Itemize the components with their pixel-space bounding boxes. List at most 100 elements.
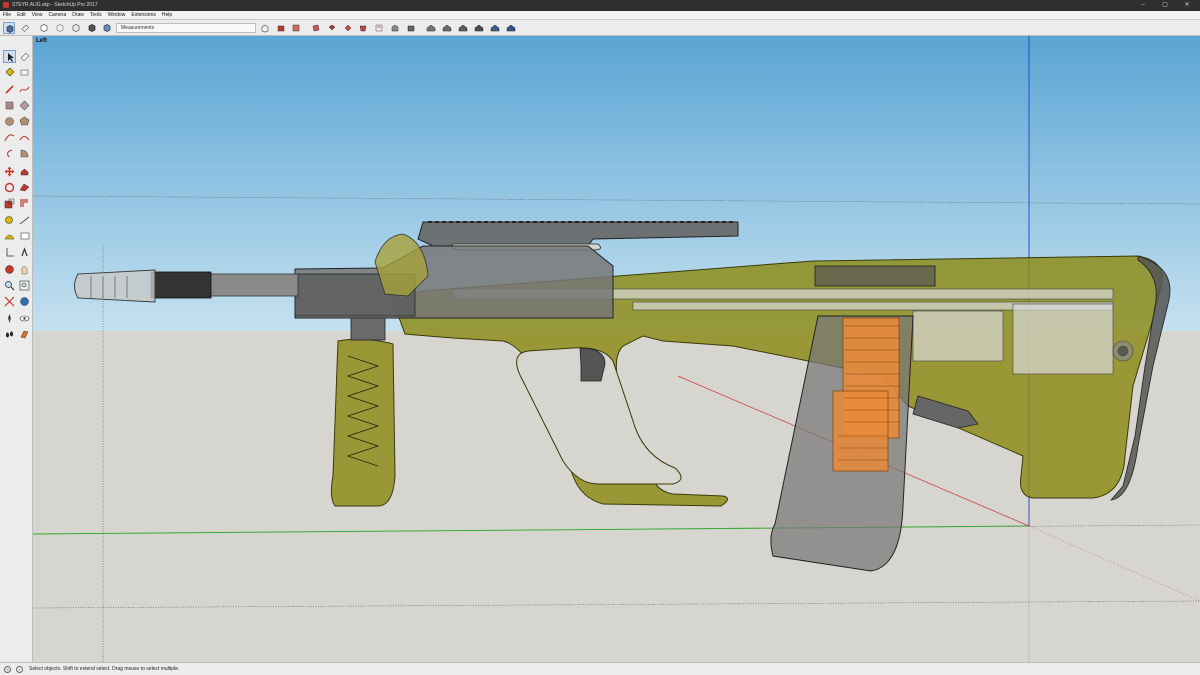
model-viewport[interactable]: Left: [33, 36, 1200, 662]
text-icon: [20, 232, 30, 240]
select-tool-button[interactable]: [3, 50, 16, 63]
extension-manager-icon: [506, 24, 516, 32]
warehouse-button[interactable]: [425, 22, 437, 34]
move-tool-button[interactable]: [3, 165, 16, 178]
tape-measure-icon: [5, 216, 13, 224]
arc-tool-button[interactable]: [3, 131, 16, 144]
three-point-arc-icon: [7, 149, 13, 158]
minimize-button[interactable]: –: [1136, 1, 1150, 9]
section-plane-tool-button[interactable]: [18, 328, 31, 341]
text-tool-button[interactable]: [18, 230, 31, 243]
eraser-top-button[interactable]: [19, 22, 31, 34]
close-button[interactable]: ✕: [1180, 1, 1194, 9]
pan-tool-button[interactable]: [18, 263, 31, 276]
dimension-tool-button[interactable]: [18, 214, 31, 227]
footprints-icon: [6, 331, 13, 338]
tape-measure-button[interactable]: [3, 214, 16, 227]
menu-window[interactable]: Window: [107, 11, 127, 19]
eraser-tool-button[interactable]: [18, 50, 31, 63]
previous-view-button[interactable]: [18, 295, 31, 308]
style-shaded-button[interactable]: [86, 22, 98, 34]
orbit-tool-button[interactable]: [3, 263, 16, 276]
style-wireframe-button[interactable]: [70, 22, 82, 34]
polygon-tool-button[interactable]: [18, 115, 31, 128]
zoom-extents-button[interactable]: [3, 295, 16, 308]
style-backedges-button[interactable]: [54, 22, 66, 34]
freehand-tool-button[interactable]: [18, 83, 31, 96]
views-top-button[interactable]: [275, 22, 287, 34]
push-pull-button[interactable]: [18, 165, 31, 178]
arrow-cursor-icon: [8, 53, 14, 62]
two-point-arc-button[interactable]: [18, 131, 31, 144]
menu-bar: File Edit View Camera Draw Tools Window …: [0, 11, 1200, 20]
share-component-button[interactable]: [457, 22, 469, 34]
3d-text-button[interactable]: [18, 246, 31, 259]
scale-icon: [4, 198, 15, 209]
views-bottom-button[interactable]: [357, 22, 369, 34]
axes-tool-button[interactable]: [3, 246, 16, 259]
zoom-window-button[interactable]: [18, 279, 31, 292]
protractor-button[interactable]: [3, 230, 16, 243]
select-tool-top-button[interactable]: [3, 22, 15, 34]
follow-me-button[interactable]: [18, 181, 31, 194]
backedges-icon: [56, 24, 64, 32]
rectangle-icon: [5, 101, 14, 110]
offset-tool-button[interactable]: [18, 197, 31, 210]
rotated-rectangle-icon: [19, 100, 30, 111]
line-tool-button[interactable]: [3, 83, 16, 96]
views-left-button[interactable]: [342, 22, 354, 34]
top-toolbar: Measurements: [0, 20, 1200, 36]
menu-draw[interactable]: Draw: [71, 11, 85, 19]
section-plane-button[interactable]: [373, 22, 385, 34]
menu-tools[interactable]: Tools: [89, 11, 103, 19]
section-display-icon: [391, 24, 399, 32]
protractor-icon: [4, 234, 15, 240]
walk-tool-button[interactable]: [3, 328, 16, 341]
look-around-button[interactable]: [18, 312, 31, 325]
circle-tool-button[interactable]: [3, 115, 16, 128]
maximize-button[interactable]: ▢: [1158, 1, 1172, 9]
section-display-button[interactable]: [389, 22, 401, 34]
share-model-button[interactable]: [441, 22, 453, 34]
extension-warehouse-button[interactable]: [473, 22, 485, 34]
right-view-icon: [312, 24, 320, 32]
menu-file[interactable]: File: [2, 11, 12, 19]
extension-icon: [474, 24, 484, 32]
left-toolbar: [0, 36, 33, 662]
section-cut-button[interactable]: [405, 22, 417, 34]
send-to-layout-button[interactable]: [489, 22, 501, 34]
position-camera-button[interactable]: [3, 312, 16, 325]
views-front-button[interactable]: [290, 22, 302, 34]
views-back-button[interactable]: [326, 22, 338, 34]
pie-tool-button[interactable]: [18, 147, 31, 160]
menu-help[interactable]: Help: [161, 11, 173, 19]
measurements-box[interactable]: Measurements: [116, 23, 256, 33]
menu-extensions[interactable]: Extensions: [130, 11, 156, 19]
share-icon: [442, 24, 452, 32]
rotated-rectangle-button[interactable]: [18, 99, 31, 112]
menu-edit[interactable]: Edit: [16, 11, 27, 19]
views-right-button[interactable]: [310, 22, 322, 34]
tape-icon: [20, 69, 29, 76]
geo-location-icon[interactable]: i: [16, 666, 23, 673]
scale-tool-button[interactable]: [3, 197, 16, 210]
menu-camera[interactable]: Camera: [47, 11, 67, 19]
rectangle-tool-button[interactable]: [3, 99, 16, 112]
paint-bucket-button[interactable]: [3, 66, 16, 79]
three-point-arc-button[interactable]: [3, 147, 16, 160]
circle-icon: [5, 117, 14, 126]
iso-view-icon: [261, 24, 269, 33]
freehand-icon: [19, 86, 30, 93]
zoom-tool-button[interactable]: [3, 279, 16, 292]
extension-manager-button[interactable]: [505, 22, 517, 34]
rotate-tool-button[interactable]: [3, 181, 16, 194]
style-textured-button[interactable]: [101, 22, 113, 34]
style-xray-button[interactable]: [38, 22, 50, 34]
tape-button[interactable]: [18, 66, 31, 79]
views-iso-button[interactable]: [259, 22, 271, 34]
layout-icon: [490, 24, 500, 32]
menu-view[interactable]: View: [31, 11, 44, 19]
model-scene: [33, 36, 1200, 662]
help-icon[interactable]: ?: [4, 666, 11, 673]
move-icon: [4, 166, 15, 177]
